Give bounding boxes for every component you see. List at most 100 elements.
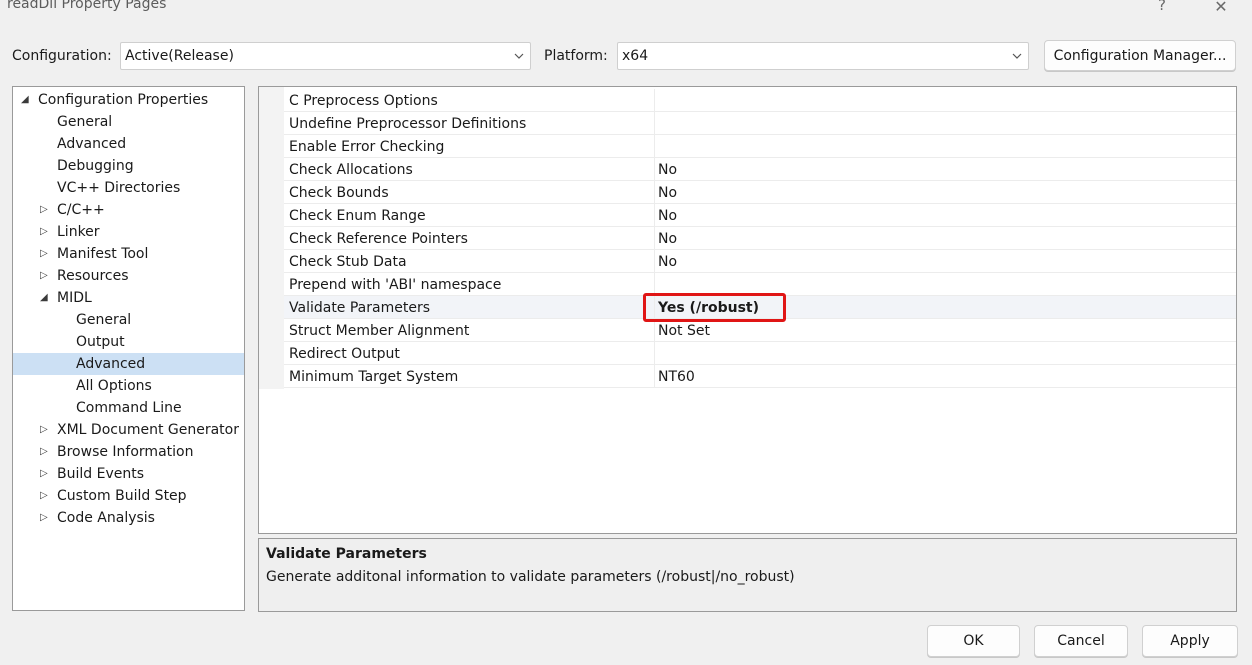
tree-item-label: VC++ Directories bbox=[57, 180, 181, 196]
apply-button[interactable]: Apply bbox=[1142, 625, 1238, 657]
expand-arrow-icon[interactable]: ▷ bbox=[40, 221, 48, 243]
title-bar: readDll Property Pages ? ✕ bbox=[0, 0, 1252, 22]
tree-item[interactable]: All Options bbox=[13, 375, 244, 397]
expand-arrow-icon[interactable]: ▷ bbox=[40, 265, 48, 287]
property-value-cell[interactable]: NT60 bbox=[654, 365, 1236, 387]
expand-arrow-icon[interactable]: ▷ bbox=[40, 243, 48, 265]
chevron-down-icon bbox=[514, 53, 524, 59]
configuration-value: Active(Release) bbox=[125, 48, 234, 64]
property-value-cell[interactable]: No bbox=[654, 204, 1236, 226]
property-name: Minimum Target System bbox=[289, 369, 459, 385]
tree-item[interactable]: ▷ Custom Build Step bbox=[13, 485, 244, 507]
tree-item[interactable]: ◢ MIDL bbox=[13, 287, 244, 309]
property-name: Undefine Preprocessor Definitions bbox=[289, 116, 527, 132]
property-name: Validate Parameters bbox=[289, 300, 430, 316]
tree-item-label: Advanced bbox=[76, 356, 146, 372]
property-row[interactable]: Enable Error Checking bbox=[284, 135, 1236, 158]
tree-item[interactable]: ▷ Build Events bbox=[13, 463, 244, 485]
property-name: Enable Error Checking bbox=[289, 139, 445, 155]
tree-item[interactable]: ▷ Linker bbox=[13, 221, 244, 243]
configuration-dropdown[interactable]: Active(Release) bbox=[120, 42, 531, 70]
tree-item[interactable]: Output bbox=[13, 331, 244, 353]
property-name: Check Stub Data bbox=[289, 254, 407, 270]
platform-dropdown[interactable]: x64 bbox=[617, 42, 1029, 70]
property-row[interactable]: Minimum Target System NT60 bbox=[284, 365, 1236, 388]
ok-button[interactable]: OK bbox=[927, 625, 1020, 657]
property-value-cell[interactable]: No bbox=[654, 227, 1236, 249]
property-value-cell[interactable] bbox=[654, 135, 1236, 157]
property-value: Not Set bbox=[658, 323, 710, 339]
expand-arrow-icon[interactable]: ▷ bbox=[40, 419, 48, 441]
property-value: No bbox=[658, 185, 678, 201]
property-value: NT60 bbox=[658, 369, 695, 385]
property-row[interactable]: Check Allocations No bbox=[284, 158, 1236, 181]
tree-item[interactable]: Command Line bbox=[13, 397, 244, 419]
cancel-button[interactable]: Cancel bbox=[1034, 625, 1128, 657]
tree-item[interactable]: ▷ Browse Information bbox=[13, 441, 244, 463]
expand-arrow-icon[interactable]: ▷ bbox=[40, 441, 48, 463]
tree-item[interactable]: ▷ Code Analysis bbox=[13, 507, 244, 529]
property-name: Check Bounds bbox=[289, 185, 389, 201]
property-value: No bbox=[658, 254, 678, 270]
property-row[interactable]: Struct Member Alignment Not Set bbox=[284, 319, 1236, 342]
expand-arrow-icon[interactable]: ▷ bbox=[40, 485, 48, 507]
platform-label: Platform: bbox=[544, 48, 608, 64]
tree-item[interactable]: ▷ C/C++ bbox=[13, 199, 244, 221]
property-row[interactable]: Check Stub Data No bbox=[284, 250, 1236, 273]
property-name: Check Allocations bbox=[289, 162, 413, 178]
description-title: Validate Parameters bbox=[266, 546, 427, 562]
tree-item-label: General bbox=[57, 114, 113, 130]
expand-arrow-icon[interactable]: ▷ bbox=[40, 199, 48, 221]
property-name: Prepend with 'ABI' namespace bbox=[289, 277, 502, 293]
tree-item[interactable]: Advanced bbox=[13, 353, 244, 375]
property-value: No bbox=[658, 231, 678, 247]
property-value-cell[interactable] bbox=[654, 89, 1236, 111]
help-button[interactable]: ? bbox=[1152, 0, 1172, 14]
property-row[interactable]: Check Enum Range No bbox=[284, 204, 1236, 227]
tree-item-label: Code Analysis bbox=[57, 510, 155, 526]
property-row[interactable]: Check Reference Pointers No bbox=[284, 227, 1236, 250]
description-text: Generate additonal information to valida… bbox=[266, 569, 795, 585]
configuration-manager-button[interactable]: Configuration Manager... bbox=[1044, 40, 1236, 71]
tree-item[interactable]: General bbox=[13, 309, 244, 331]
tree-item[interactable]: Debugging bbox=[13, 155, 244, 177]
property-value-cell[interactable]: No bbox=[654, 158, 1236, 180]
property-row[interactable]: Redirect Output bbox=[284, 342, 1236, 365]
tree-item-label: Build Events bbox=[57, 466, 144, 482]
tree-item[interactable]: Advanced bbox=[13, 133, 244, 155]
expand-arrow-icon[interactable]: ▷ bbox=[40, 463, 48, 485]
tree-item[interactable]: General bbox=[13, 111, 244, 133]
tree-item-label: Configuration Properties bbox=[38, 92, 209, 108]
tree-item-label: Advanced bbox=[57, 136, 127, 152]
tree-item[interactable]: VC++ Directories bbox=[13, 177, 244, 199]
grid-gutter bbox=[259, 87, 284, 389]
expand-arrow-icon[interactable]: ▷ bbox=[40, 507, 48, 529]
property-row[interactable]: C Preprocess Options bbox=[284, 89, 1236, 112]
tree-item-label: Output bbox=[76, 334, 125, 350]
property-value-cell[interactable]: Not Set bbox=[654, 319, 1236, 341]
tree-item-label: Command Line bbox=[76, 400, 182, 416]
property-row[interactable]: Undefine Preprocessor Definitions bbox=[284, 112, 1236, 135]
collapse-arrow-icon[interactable]: ◢ bbox=[21, 89, 29, 111]
property-name: C Preprocess Options bbox=[289, 93, 438, 109]
collapse-arrow-icon[interactable]: ◢ bbox=[40, 287, 48, 309]
property-value-cell[interactable]: No bbox=[654, 250, 1236, 272]
property-value-cell[interactable]: No bbox=[654, 181, 1236, 203]
tree-item[interactable]: ▷ XML Document Generator bbox=[13, 419, 244, 441]
property-row[interactable]: Check Bounds No bbox=[284, 181, 1236, 204]
tree-item-label: Linker bbox=[57, 224, 100, 240]
tree-item-label: Debugging bbox=[57, 158, 134, 174]
property-value-cell[interactable] bbox=[654, 112, 1236, 134]
property-value-cell[interactable] bbox=[654, 342, 1236, 364]
property-value-cell[interactable] bbox=[654, 273, 1236, 295]
tree-item-label: XML Document Generator bbox=[57, 422, 239, 438]
configuration-label: Configuration: bbox=[12, 48, 112, 64]
tree-item-label: MIDL bbox=[57, 290, 92, 306]
close-button[interactable]: ✕ bbox=[1208, 0, 1234, 16]
tree-item-label: All Options bbox=[76, 378, 152, 394]
property-tree[interactable]: ◢ Configuration Properties General Advanced… bbox=[12, 86, 245, 611]
tree-item[interactable]: ▷ Manifest Tool bbox=[13, 243, 244, 265]
tree-item-label: Browse Information bbox=[57, 444, 194, 460]
tree-item[interactable]: ◢ Configuration Properties bbox=[13, 89, 244, 111]
tree-item[interactable]: ▷ Resources bbox=[13, 265, 244, 287]
